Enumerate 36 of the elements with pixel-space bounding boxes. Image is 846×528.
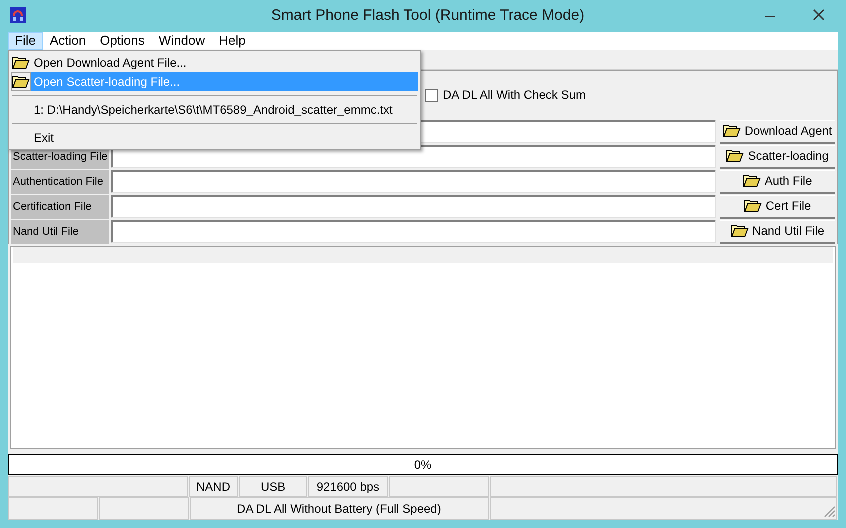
browse-button[interactable]: Cert File: [720, 194, 835, 219]
status-cell: DA DL All Without Battery (Full Speed): [190, 497, 489, 520]
progress-text: 0%: [414, 456, 432, 474]
folder-icon: [726, 149, 744, 164]
status-cell: 921600 bps: [308, 476, 388, 498]
menu-item[interactable]: Help: [212, 32, 253, 50]
path-field[interactable]: [110, 220, 716, 243]
close-icon[interactable]: [812, 8, 826, 22]
status-cell: NAND: [188, 476, 238, 498]
menu-item[interactable]: Action: [42, 32, 94, 50]
checkbox[interactable]: [425, 88, 438, 102]
folder-icon: [730, 224, 749, 238]
field-label: Certification File: [13, 200, 92, 215]
menu-item[interactable]: Window: [152, 32, 212, 50]
field-label: Nand Util File: [13, 224, 80, 240]
checkbox-label: DA DL All With Check Sum: [443, 87, 586, 104]
path-field[interactable]: [110, 170, 716, 193]
field-label: Scatter-loading File: [13, 150, 108, 165]
browse-button[interactable]: Download Agent: [720, 120, 835, 144]
resize-grip-icon[interactable]: [824, 506, 836, 518]
menu-entry[interactable]: Exit: [31, 128, 418, 147]
folder-icon: [722, 124, 741, 138]
folder-icon: [744, 199, 762, 214]
window-title: Smart Phone Flash Tool (Runtime Trace Mode): [270, 6, 585, 26]
folder-icon: [742, 174, 761, 188]
status-cell: USB: [239, 476, 308, 498]
path-field[interactable]: [110, 194, 716, 218]
field-label: Authentication File: [13, 174, 104, 190]
browse-button[interactable]: Auth File: [720, 170, 835, 194]
menu-item[interactable]: Options: [93, 32, 152, 50]
app-icon: [10, 7, 26, 23]
browse-button[interactable]: Scatter-loading: [720, 144, 835, 169]
menu-item[interactable]: File: [8, 32, 43, 50]
browse-button[interactable]: Nand Util File: [720, 220, 835, 244]
menu-entry[interactable]: 1: D:\Handy\Speicherkarte\S6\t\MT6589_Android_scatter_emmc.txt: [31, 100, 418, 119]
menu-entry[interactable]: Open Download Agent File...: [31, 53, 418, 72]
